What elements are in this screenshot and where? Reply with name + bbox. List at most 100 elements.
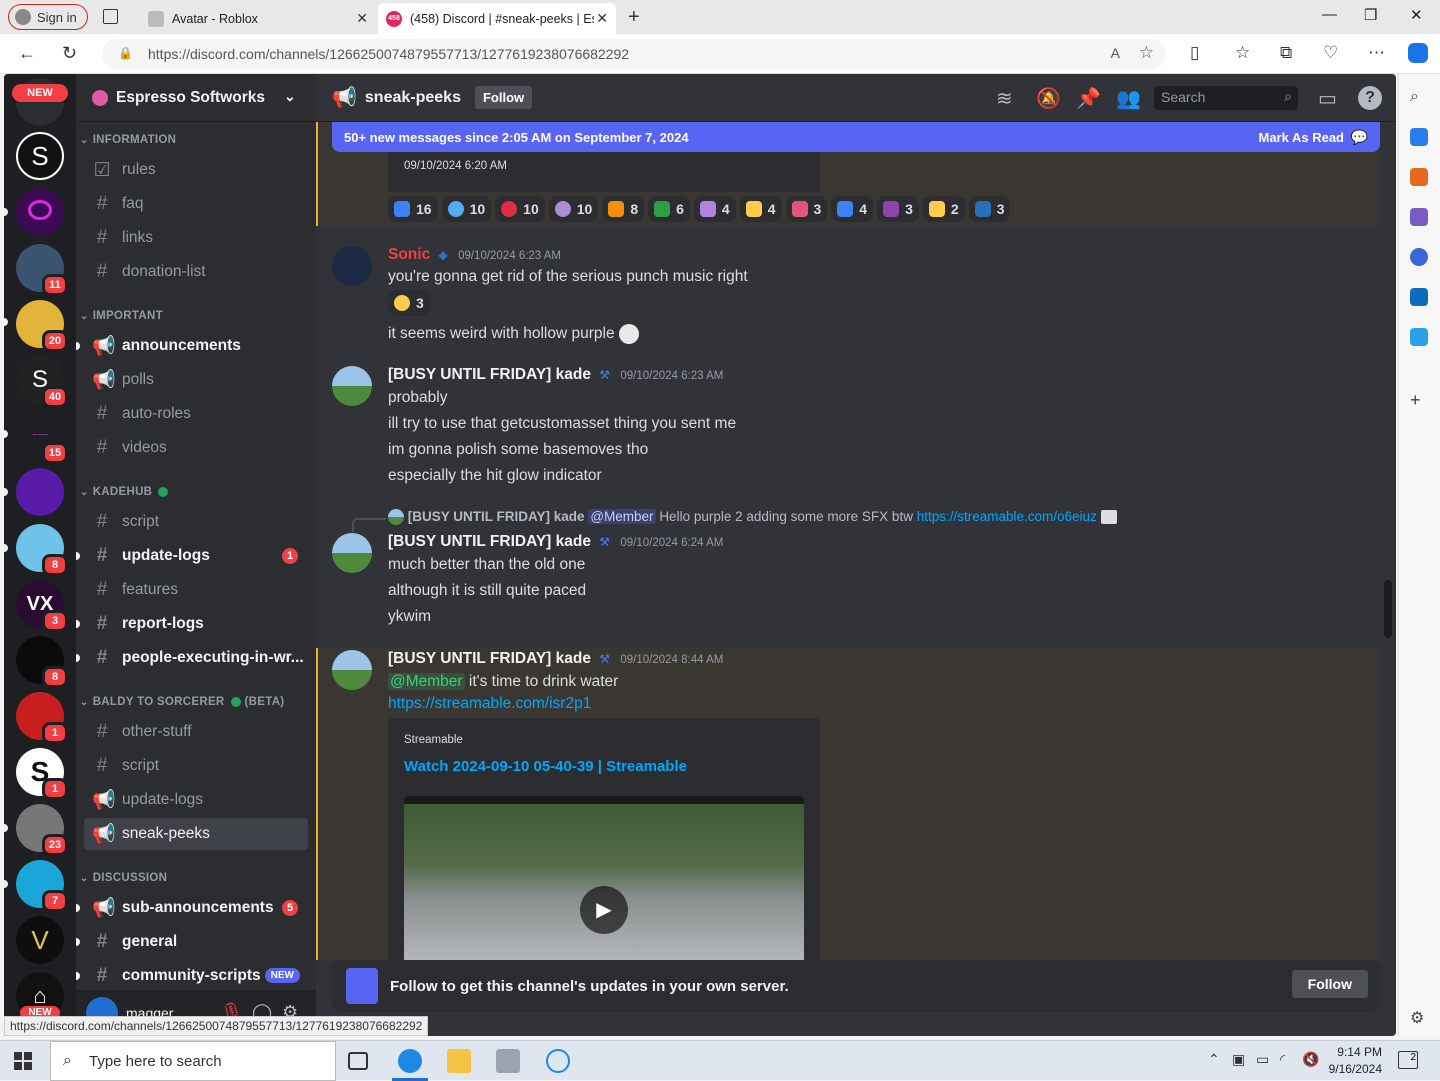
- channel-general[interactable]: # general: [76, 926, 308, 958]
- read-aloud-icon[interactable]: A: [1111, 45, 1120, 61]
- reaction[interactable]: 3: [877, 196, 919, 222]
- channel-report-logs[interactable]: # report-logs: [76, 608, 308, 640]
- reaction[interactable]: 3: [785, 196, 828, 222]
- message-link[interactable]: https://streamable.com/isr2p1: [388, 695, 591, 713]
- chevron-up-icon[interactable]: ⌃: [1208, 1051, 1220, 1068]
- app-icon[interactable]: [496, 1049, 520, 1073]
- refresh-icon[interactable]: ↻: [62, 43, 77, 64]
- channel-other-stuff[interactable]: # other-stuff: [84, 716, 308, 748]
- channel-category[interactable]: ⌄ IMPORTANT: [80, 310, 163, 322]
- collections-icon[interactable]: ⧉: [1280, 43, 1292, 63]
- split-screen-icon[interactable]: ▯: [1190, 43, 1199, 63]
- mention[interactable]: @Member: [588, 509, 656, 524]
- edge-taskbar-icon[interactable]: [398, 1049, 422, 1073]
- mention[interactable]: @Member: [388, 673, 465, 690]
- notifications-icon[interactable]: 2: [1398, 1051, 1418, 1069]
- avatar[interactable]: [332, 533, 372, 573]
- reaction[interactable]: 4: [739, 196, 782, 222]
- channel-category[interactable]: ⌄ DISCUSSION: [80, 872, 167, 884]
- channel-category[interactable]: ⌄ KADEHUB: [80, 486, 169, 498]
- username[interactable]: Sonic: [388, 246, 430, 263]
- channel-community-scripts[interactable]: # community-scripts NEW: [76, 960, 308, 992]
- reaction[interactable]: 3: [388, 290, 430, 316]
- play-icon[interactable]: ▶: [580, 886, 628, 934]
- server-icon[interactable]: V: [16, 916, 64, 964]
- username[interactable]: [BUSY UNTIL FRIDAY] kade: [388, 533, 591, 550]
- windows-start-icon[interactable]: [14, 1052, 32, 1070]
- reaction[interactable]: 4: [693, 196, 736, 222]
- username[interactable]: [BUSY UNTIL FRIDAY] kade: [388, 650, 591, 667]
- battery-icon[interactable]: ▭: [1256, 1051, 1269, 1068]
- more-menu-icon[interactable]: ⋯: [1368, 43, 1385, 63]
- reaction[interactable]: 10: [441, 196, 492, 222]
- tools-icon[interactable]: [1410, 168, 1428, 186]
- outlook-icon[interactable]: [1410, 288, 1428, 306]
- avatar[interactable]: [332, 246, 372, 286]
- inbox-icon[interactable]: ▭: [1318, 86, 1337, 111]
- channel-update-logs[interactable]: # update-logs 1: [76, 540, 308, 572]
- copilot-icon[interactable]: [1408, 43, 1428, 63]
- lock-icon[interactable]: 🔒: [118, 46, 133, 60]
- channel-faq[interactable]: # faq: [84, 188, 308, 220]
- add-sidebar-icon[interactable]: +: [1410, 390, 1428, 410]
- channel-sneak-peeks[interactable]: 📢 sneak-peeks: [84, 818, 308, 850]
- channel-update-logs[interactable]: 📢 update-logs: [84, 784, 308, 816]
- channel-category[interactable]: ⌄ INFORMATION: [80, 134, 176, 146]
- favorites-icon[interactable]: ☆: [1235, 43, 1250, 63]
- taskbar-search-input[interactable]: ⌕ Type here to search: [50, 1041, 336, 1081]
- reaction[interactable]: 10: [548, 196, 599, 222]
- mark-as-read-button[interactable]: Mark As Read: [1259, 130, 1345, 145]
- scrollbar-thumb[interactable]: [1384, 580, 1392, 638]
- games-icon[interactable]: [1410, 208, 1428, 226]
- member-list-icon[interactable]: 👥: [1116, 86, 1141, 111]
- minimize-icon[interactable]: —: [1322, 6, 1337, 23]
- channel-features[interactable]: # features: [84, 574, 308, 606]
- back-icon[interactable]: ←: [18, 43, 36, 64]
- reaction[interactable]: 3: [968, 196, 1011, 222]
- channel-videos[interactable]: # videos: [84, 432, 308, 464]
- channel-polls[interactable]: 📢 polls: [84, 364, 308, 396]
- channel-people-executing-in-wr[interactable]: # people-executing-in-wr...: [76, 642, 308, 674]
- avatar[interactable]: [332, 366, 372, 406]
- chevron-down-icon[interactable]: ⌄: [284, 88, 296, 105]
- tab-actions-icon[interactable]: [103, 9, 118, 24]
- search-icon[interactable]: ⌕: [1410, 88, 1428, 106]
- reply-preview[interactable]: [BUSY UNTIL FRIDAY] kade @Member Hello p…: [388, 509, 1117, 526]
- channel-script[interactable]: # script: [84, 750, 308, 782]
- close-window-icon[interactable]: ✕: [1410, 6, 1423, 24]
- channel-script[interactable]: # script: [84, 506, 308, 538]
- tab-discord[interactable]: 458 (458) Discord | #sneak-peeks | Esp ✕: [378, 3, 616, 34]
- server-icon[interactable]: S: [16, 132, 64, 180]
- channel-rules[interactable]: ☑ rules: [84, 154, 308, 186]
- channel-category[interactable]: ⌄ BALDY TO SORCERER (BETA): [80, 696, 284, 708]
- new-tab-icon[interactable]: +: [628, 6, 640, 29]
- reaction[interactable]: 2: [922, 196, 965, 222]
- reaction[interactable]: 16: [388, 196, 438, 222]
- channel-announcements[interactable]: 📢 announcements: [76, 330, 308, 362]
- send-icon[interactable]: [1410, 328, 1428, 346]
- threads-icon[interactable]: ≋: [996, 86, 1013, 111]
- microsoft365-icon[interactable]: [1410, 248, 1428, 266]
- channel-sub-announcements[interactable]: 📢 sub-announcements 5: [76, 892, 308, 924]
- reaction[interactable]: 8: [602, 196, 645, 222]
- app-icon[interactable]: [546, 1049, 570, 1073]
- meet-icon[interactable]: ▣: [1232, 1051, 1245, 1068]
- volume-muted-icon[interactable]: 🔇: [1302, 1051, 1319, 1068]
- task-view-icon[interactable]: [348, 1052, 368, 1070]
- reply-link[interactable]: https://streamable.com/o6eiuz: [917, 509, 1097, 524]
- embed-title[interactable]: Watch 2024-09-10 05-40-39 | Streamable: [404, 758, 687, 775]
- reaction[interactable]: 4: [831, 196, 874, 222]
- follow-button[interactable]: Follow: [474, 86, 533, 109]
- favorite-star-icon[interactable]: ☆: [1139, 43, 1154, 63]
- sidebar-settings-icon[interactable]: ⚙: [1410, 1008, 1428, 1027]
- restore-icon[interactable]: ❐: [1364, 6, 1377, 24]
- clock[interactable]: 9:14 PM 9/16/2024: [1322, 1044, 1382, 1078]
- file-explorer-icon[interactable]: [447, 1049, 471, 1073]
- shopping-icon[interactable]: [1410, 128, 1428, 146]
- server-icon[interactable]: [16, 468, 64, 516]
- channel-links[interactable]: # links: [84, 222, 308, 254]
- follow-panel-button[interactable]: Follow: [1291, 970, 1368, 998]
- search-input[interactable]: Search ⌕: [1154, 86, 1298, 110]
- username[interactable]: [BUSY UNTIL FRIDAY] kade: [388, 366, 591, 383]
- channel-auto-roles[interactable]: # auto-roles: [84, 398, 308, 430]
